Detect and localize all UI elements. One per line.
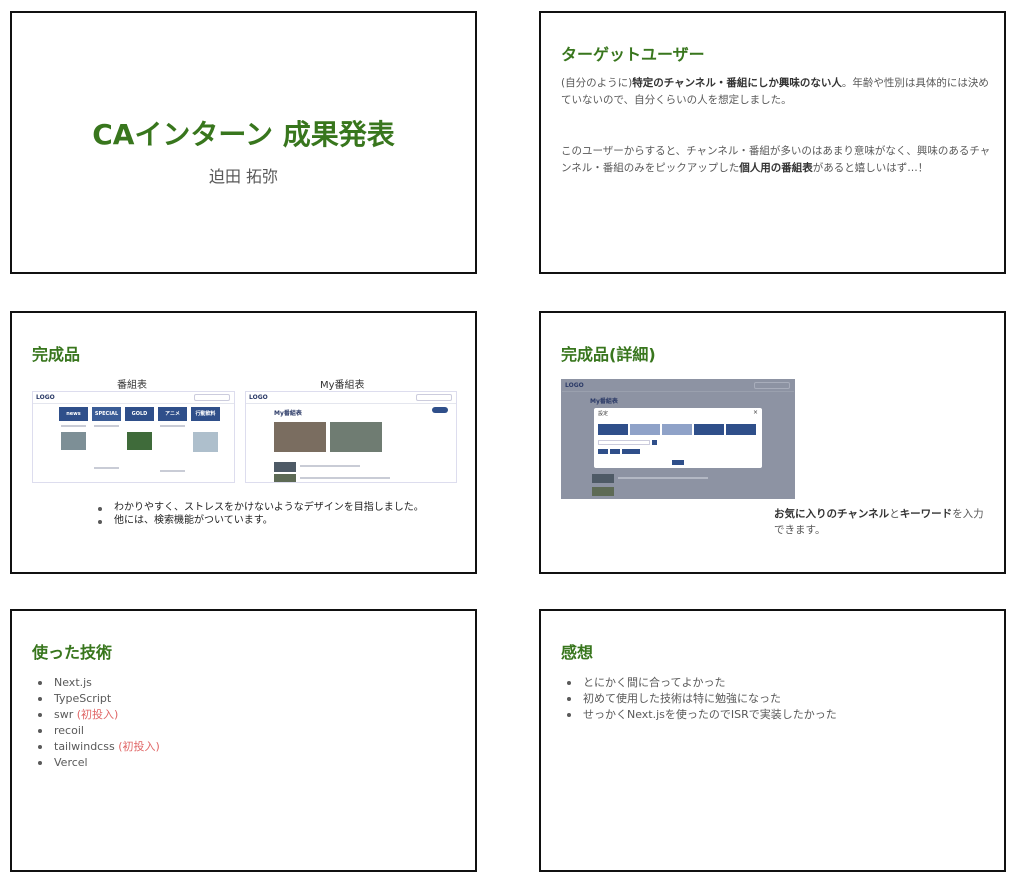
keyword-tag [622, 449, 640, 454]
keyword-tag [598, 449, 608, 454]
program-line [94, 425, 119, 427]
tech-name: TypeScript [54, 692, 112, 705]
program-thumbnail [193, 432, 218, 452]
tech-name: tailwindcss [54, 740, 119, 753]
channel-tile [630, 424, 660, 435]
program-thumbnail [274, 422, 326, 452]
list-item: 初めて使用した技術は特に勉強になった [561, 691, 837, 707]
emphasis-text: お気に入りのチャンネル [774, 508, 890, 520]
list-item: tailwindcss (初投入) [32, 739, 160, 755]
mock-search [416, 394, 452, 401]
slide-target-user[interactable]: ターゲットユーザー (自分のように)特定のチャンネル・番組にしか興味のない人。年… [539, 11, 1006, 274]
channel-tile: SPECIAL [92, 407, 121, 421]
mock-header: LOGO [246, 392, 456, 404]
tech-name: recoil [54, 724, 84, 737]
mock-logo: LOGO [565, 382, 584, 389]
text-span: があると嬉しいはず…！ [812, 162, 929, 174]
detail-description: お気に入りのチャンネルとキーワードを入力できます。 [774, 506, 984, 538]
text-span: と [889, 508, 900, 520]
program-thumbnail [592, 487, 614, 496]
channel-tile: アニメ [158, 407, 187, 421]
mock-settings-pill [432, 407, 448, 413]
program-line [61, 425, 86, 427]
slide-heading: 完成品(詳細) [561, 345, 656, 364]
slide-product[interactable]: 完成品 番組表 My番組表 LOGO news SPECIAL GOLD アニメ… [10, 311, 477, 574]
close-icon: × [752, 409, 758, 416]
emphasis-text: キーワード [899, 508, 953, 520]
first-use-note: (初投入) [76, 708, 119, 721]
mock-header: LOGO [562, 380, 794, 392]
mock-page-title: My番組表 [590, 398, 618, 405]
channel-tile: 行動飲料 [191, 407, 220, 421]
save-button [672, 460, 684, 465]
presenter-name: 迫田 拓弥 [208, 167, 279, 186]
slide-impressions[interactable]: 感想 とにかく間に合ってよかった 初めて使用した技術は特に勉強になった せっかく… [539, 609, 1006, 872]
slide-product-detail[interactable]: 完成品(詳細) LOGO My番組表 設定 × お気に入りのチャンネルとキーワー… [539, 311, 1006, 574]
program-line [160, 470, 185, 472]
my-program-guide-screenshot: LOGO My番組表 [245, 391, 457, 483]
caption-my-program-guide: My番組表 [320, 380, 365, 391]
channel-tile: news [59, 407, 88, 421]
list-item: Next.js [32, 675, 160, 691]
slide-title[interactable]: CAインターン 成果発表 迫田 拓弥 [10, 11, 477, 274]
list-item: とにかく間に合ってよかった [561, 675, 837, 691]
list-item: TypeScript [32, 691, 160, 707]
program-thumbnail [330, 422, 382, 452]
list-item: 他には、検索機能がついています。 [92, 514, 424, 527]
paragraph-1: (自分のように)特定のチャンネル・番組にしか興味のない人。年齢や性別は具体的には… [561, 75, 991, 109]
channel-tile [726, 424, 756, 435]
paragraph-2: このユーザーからすると、チャンネル・番組が多いのはあまり意味がなく、興味のあるチ… [561, 143, 991, 177]
channel-tile: GOLD [125, 407, 154, 421]
program-line [300, 477, 390, 479]
modal-title: 設定 [598, 411, 609, 417]
program-thumbnail [592, 474, 614, 483]
caption-program-guide: 番組表 [117, 380, 147, 391]
program-line [94, 467, 119, 469]
program-line [160, 425, 185, 427]
channel-tile [694, 424, 724, 435]
keyword-tag [610, 449, 620, 454]
program-line [300, 465, 360, 467]
list-item: Vercel [32, 755, 160, 771]
slide-heading: 完成品 [32, 345, 81, 364]
program-thumbnail [274, 474, 296, 482]
settings-modal-screenshot: LOGO My番組表 設定 × [561, 379, 795, 499]
program-thumbnail [61, 432, 86, 450]
impressions-list: とにかく間に合ってよかった 初めて使用した技術は特に勉強になった せっかくNex… [561, 675, 837, 723]
mock-page-title: My番組表 [274, 410, 302, 417]
list-item: わかりやすく、ストレスをかけないようなデザインを目指しました。 [92, 501, 424, 514]
tech-list: Next.js TypeScript swr (初投入) recoil tail… [32, 675, 160, 771]
program-line [618, 477, 708, 479]
mock-search [754, 382, 790, 389]
mock-search [194, 394, 230, 401]
mock-header: LOGO [33, 392, 234, 404]
slide-heading: 使った技術 [32, 643, 113, 662]
list-item: recoil [32, 723, 160, 739]
slide-heading: 感想 [561, 643, 594, 662]
mock-logo: LOGO [249, 394, 268, 401]
mock-logo: LOGO [36, 394, 55, 401]
list-item: swr (初投入) [32, 707, 160, 723]
presentation-title: CAインターン 成果発表 [92, 118, 395, 151]
add-keyword-button [652, 440, 657, 445]
tech-name: Vercel [54, 756, 88, 769]
tech-name: Next.js [54, 676, 92, 689]
keyword-input [598, 440, 650, 445]
channel-tile [598, 424, 628, 435]
channel-tile [662, 424, 692, 435]
emphasis-text: 個人用の番組表 [739, 162, 813, 174]
settings-modal: 設定 × [594, 408, 762, 468]
feature-bullets: わかりやすく、ストレスをかけないようなデザインを目指しました。 他には、検索機能… [92, 501, 424, 527]
program-thumbnail [127, 432, 152, 450]
list-item: せっかくNext.jsを使ったのでISRで実装したかった [561, 707, 837, 723]
program-thumbnail [274, 462, 296, 472]
slide-tech-stack[interactable]: 使った技術 Next.js TypeScript swr (初投入) recoi… [10, 609, 477, 872]
text-span: (自分のように) [561, 77, 633, 89]
slide-heading: ターゲットユーザー [561, 45, 705, 64]
emphasis-text: 特定のチャンネル・番組にしか興味のない人 [632, 77, 842, 89]
first-use-note: (初投入) [118, 740, 160, 753]
tech-name: swr [54, 708, 77, 721]
program-guide-screenshot: LOGO news SPECIAL GOLD アニメ 行動飲料 [32, 391, 235, 483]
